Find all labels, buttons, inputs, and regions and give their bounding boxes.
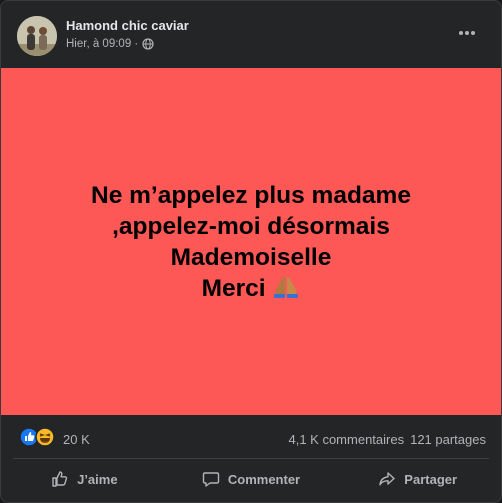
comment-icon	[202, 472, 220, 487]
post-text-line: Mademoiselle	[170, 243, 332, 271]
author-name[interactable]: Hamond chic caviar	[66, 18, 189, 33]
like-button[interactable]: J’aime	[1, 460, 168, 498]
post-text-line: ,appelez-moi désormais	[112, 212, 390, 240]
engagement-counts: 4,1 K commentaires 121 partages	[288, 432, 486, 447]
comments-count[interactable]: 4,1 K commentaires	[288, 432, 404, 447]
post-text: Ne m’appelez plus madame ,appelez-moi dé…	[91, 180, 411, 304]
thumbs-up-icon	[52, 471, 68, 487]
share-button[interactable]: Partager	[334, 460, 501, 498]
post-timestamp[interactable]: Hier, à 09:09 ·	[66, 38, 138, 50]
globe-icon	[142, 38, 154, 50]
post-text-line: Ne m’appelez plus madame	[91, 181, 411, 209]
share-label: Partager	[404, 471, 458, 487]
post-content[interactable]: Ne m’appelez plus madame ,appelez-moi dé…	[1, 68, 501, 415]
more-options-button[interactable]	[453, 23, 481, 43]
folded-hands-icon	[274, 275, 299, 298]
like-label: J’aime	[77, 471, 118, 487]
share-icon	[379, 472, 395, 486]
post-card: Hamond chic caviar Hier, à 09:09 · Ne m’…	[0, 0, 502, 503]
avatar[interactable]	[17, 16, 57, 56]
action-bar: J’aime Commenter Partager	[1, 460, 501, 498]
divider	[13, 458, 489, 459]
post-text-last-line: Merci	[91, 273, 411, 304]
post-meta: Hier, à 09:09 ·	[66, 38, 154, 50]
haha-icon	[35, 427, 55, 447]
post-header: Hamond chic caviar Hier, à 09:09 ·	[1, 1, 501, 67]
comment-button[interactable]: Commenter	[168, 460, 335, 498]
reaction-icons[interactable]	[19, 427, 55, 447]
reactions-count[interactable]: 20 K	[63, 432, 90, 447]
post-stats: 20 K 4,1 K commentaires 121 partages	[1, 422, 501, 452]
more-icon	[459, 31, 475, 35]
avatar-image	[17, 16, 57, 56]
post-text-line: Merci	[201, 274, 266, 302]
shares-count[interactable]: 121 partages	[410, 432, 486, 447]
comment-label: Commenter	[227, 471, 301, 487]
